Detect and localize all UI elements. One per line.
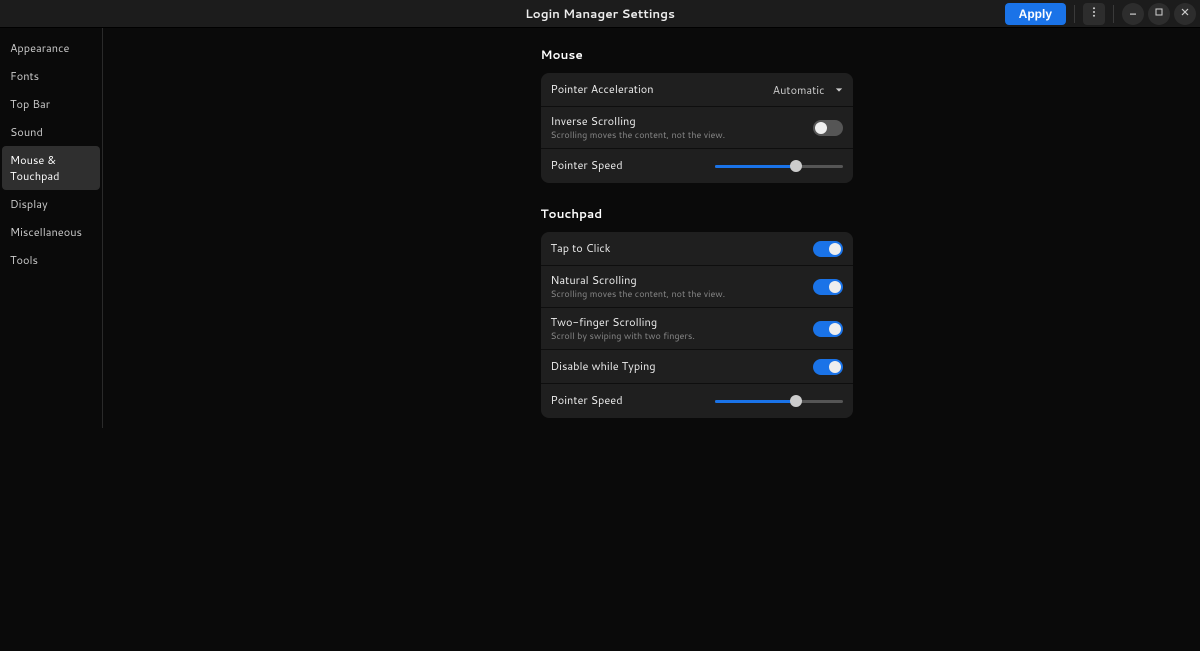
maximize-button[interactable] [1148, 3, 1170, 25]
disable-typing-row: Disable while Typing [541, 350, 853, 384]
sidebar-item-sound[interactable]: Sound [2, 118, 100, 146]
tap-to-click-label: Tap to Click [551, 242, 611, 256]
mouse-pointer-speed-row: Pointer Speed [541, 149, 853, 183]
natural-scroll-row: Natural Scrolling Scrolling moves the co… [541, 266, 853, 308]
sidebar-item-appearance[interactable]: Appearance [2, 34, 100, 62]
touchpad-pointer-speed-slider[interactable] [715, 394, 843, 408]
natural-scroll-switch[interactable] [813, 279, 843, 295]
minimize-button[interactable] [1122, 3, 1144, 25]
separator [1113, 5, 1114, 23]
inverse-scroll-row: Inverse Scrolling Scrolling moves the co… [541, 107, 853, 149]
row-labels: Natural Scrolling Scrolling moves the co… [551, 274, 726, 299]
row-labels: Two-finger Scrolling Scroll by swiping w… [551, 316, 695, 341]
combo-value: Automatic [773, 82, 825, 98]
row-labels: Pointer Acceleration [551, 83, 654, 97]
tap-to-click-row: Tap to Click [541, 232, 853, 266]
main-body: AppearanceFontsTop BarSoundMouse & Touch… [0, 28, 1200, 651]
window-title: Login Manager Settings [525, 5, 675, 22]
content-inner: Mouse Pointer Acceleration Automatic [541, 46, 853, 651]
headerbar-right: Apply [1005, 0, 1196, 27]
sidebar-item-mouse-touchpad[interactable]: Mouse & Touchpad [2, 146, 100, 190]
two-finger-row: Two-finger Scrolling Scroll by swiping w… [541, 308, 853, 350]
natural-scroll-sub: Scrolling moves the content, not the vie… [551, 288, 726, 299]
mouse-group: Pointer Acceleration Automatic Inverse S… [541, 73, 853, 183]
touchpad-group: Tap to Click Natural Scrolling Scrolling… [541, 232, 853, 418]
sidebar: AppearanceFontsTop BarSoundMouse & Touch… [0, 28, 103, 428]
two-finger-label: Two-finger Scrolling [551, 316, 695, 330]
inverse-scroll-switch[interactable] [813, 120, 843, 136]
touchpad-pointer-speed-row: Pointer Speed [541, 384, 853, 418]
disable-typing-label: Disable while Typing [551, 360, 656, 374]
row-labels: Inverse Scrolling Scrolling moves the co… [551, 115, 726, 140]
sidebar-item-fonts[interactable]: Fonts [2, 62, 100, 90]
row-labels: Pointer Speed [551, 394, 623, 408]
minimize-icon [1127, 6, 1139, 21]
inverse-scroll-sub: Scrolling moves the content, not the vie… [551, 129, 726, 140]
row-labels: Tap to Click [551, 242, 611, 256]
apply-button[interactable]: Apply [1005, 3, 1066, 25]
sidebar-item-top-bar[interactable]: Top Bar [2, 90, 100, 118]
touchpad-pointer-speed-label: Pointer Speed [551, 394, 623, 408]
row-labels: Disable while Typing [551, 360, 656, 374]
pointer-accel-combo[interactable]: Automatic [773, 82, 843, 98]
mouse-section-heading: Mouse [541, 46, 853, 63]
disable-typing-switch[interactable] [813, 359, 843, 375]
natural-scroll-label: Natural Scrolling [551, 274, 726, 288]
row-labels: Pointer Speed [551, 159, 623, 173]
menu-button[interactable] [1083, 3, 1105, 25]
two-finger-switch[interactable] [813, 321, 843, 337]
tap-to-click-switch[interactable] [813, 241, 843, 257]
headerbar: Login Manager Settings Apply [0, 0, 1200, 28]
mouse-pointer-speed-label: Pointer Speed [551, 159, 623, 173]
content: Mouse Pointer Acceleration Automatic [103, 28, 1200, 651]
kebab-icon [1088, 6, 1100, 21]
two-finger-sub: Scroll by swiping with two fingers. [551, 330, 695, 341]
chevron-down-icon [835, 82, 843, 98]
close-icon [1179, 6, 1191, 21]
sidebar-item-miscellaneous[interactable]: Miscellaneous [2, 218, 100, 246]
maximize-icon [1153, 6, 1165, 21]
separator [1074, 5, 1075, 23]
pointer-accel-label: Pointer Acceleration [551, 83, 654, 97]
pointer-accel-row: Pointer Acceleration Automatic [541, 73, 853, 107]
mouse-pointer-speed-slider[interactable] [715, 159, 843, 173]
inverse-scroll-label: Inverse Scrolling [551, 115, 726, 129]
sidebar-item-display[interactable]: Display [2, 190, 100, 218]
touchpad-section-heading: Touchpad [541, 205, 853, 222]
close-button[interactable] [1174, 3, 1196, 25]
sidebar-item-tools[interactable]: Tools [2, 246, 100, 274]
